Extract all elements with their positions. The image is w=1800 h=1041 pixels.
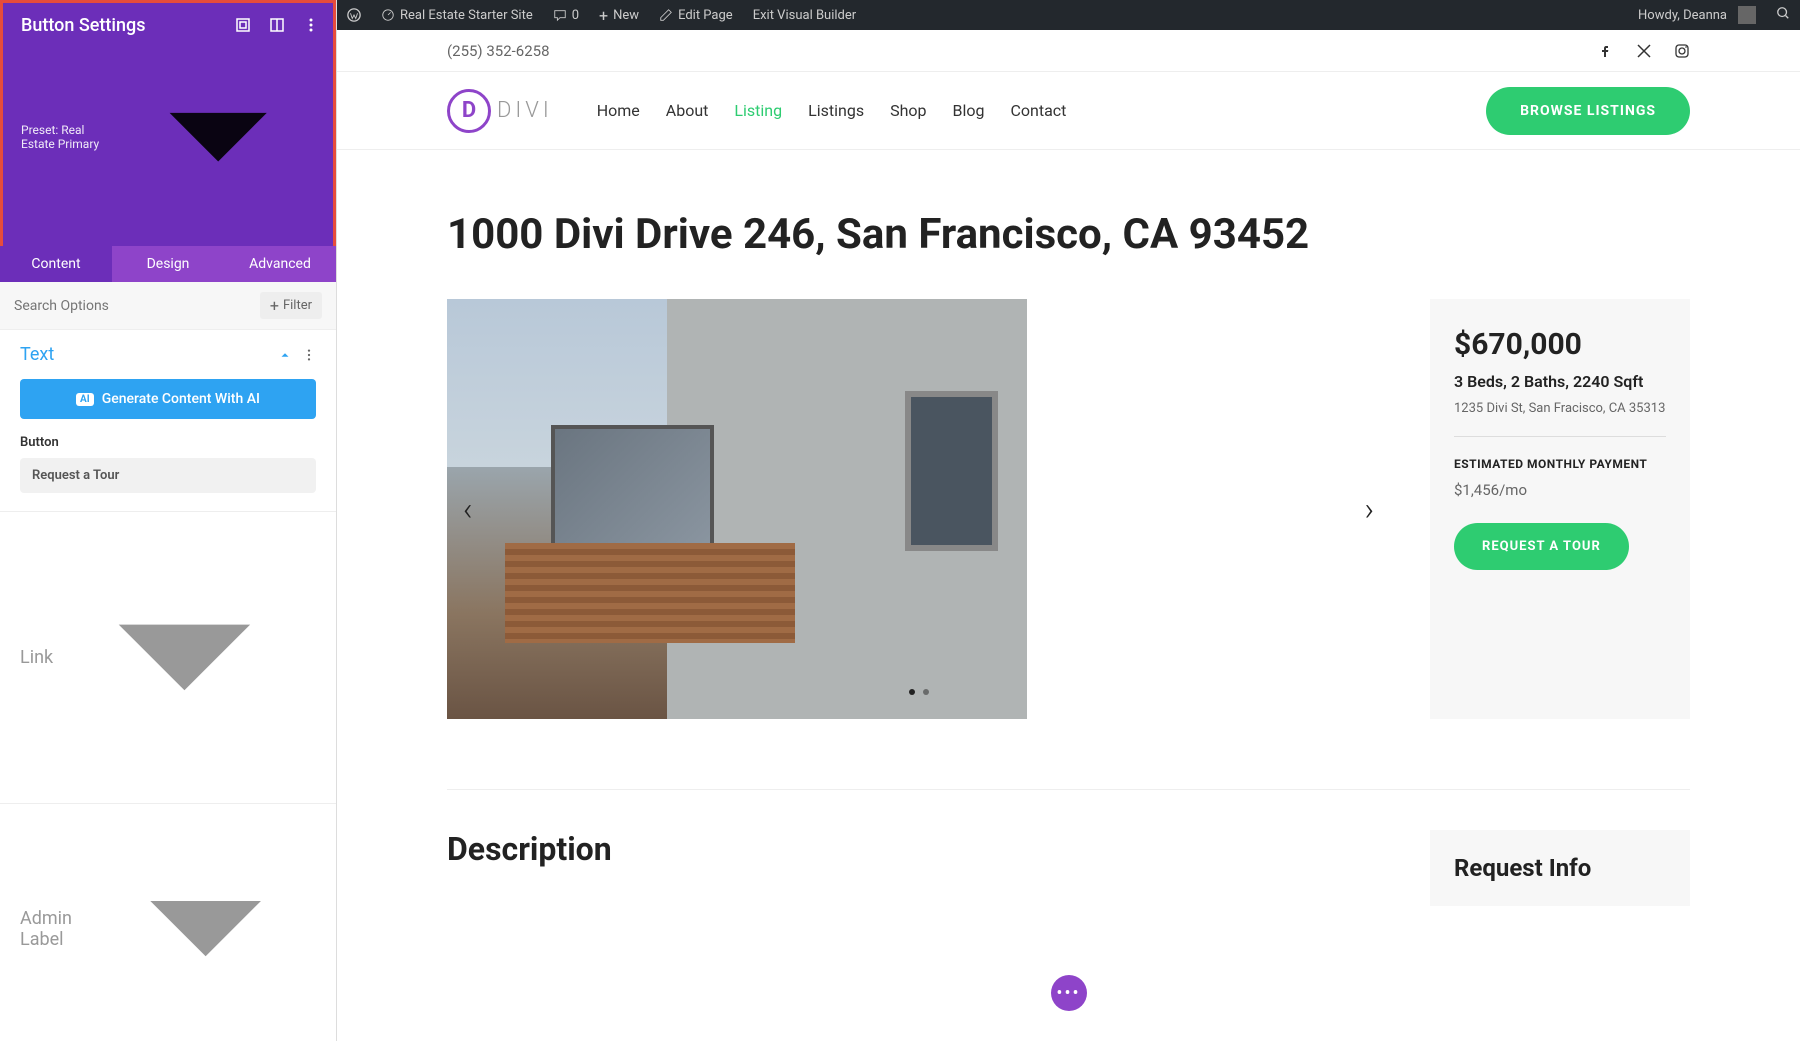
tab-content[interactable]: Content	[0, 246, 112, 282]
search-input[interactable]	[14, 298, 260, 314]
wp-site[interactable]: Real Estate Starter Site	[371, 0, 543, 30]
section-text-header[interactable]: Text	[0, 330, 336, 379]
gallery-next-button[interactable]: ›	[1364, 490, 1374, 528]
listing-title: 1000 Divi Drive 246, San Francisco, CA 9…	[447, 210, 1690, 259]
sidebar-header: Button Settings Preset: Real Estate Prim…	[0, 0, 336, 246]
gallery-image	[447, 299, 1027, 719]
section-admin-label[interactable]: Admin Label	[0, 804, 336, 1041]
sidebar-tabs: Content Design Advanced	[0, 246, 336, 282]
chevron-down-icon	[53, 526, 316, 789]
more-icon[interactable]	[302, 348, 316, 362]
page-content: 1000 Divi Drive 246, San Francisco, CA 9…	[337, 150, 1800, 966]
nav-link-blog[interactable]: Blog	[953, 101, 985, 120]
facebook-icon[interactable]	[1598, 43, 1614, 59]
comment-icon	[553, 8, 567, 22]
tab-advanced[interactable]: Advanced	[224, 246, 336, 282]
request-tour-button[interactable]: REQUEST A TOUR	[1454, 523, 1629, 570]
snap-icon[interactable]	[235, 17, 251, 33]
gauge-icon	[381, 8, 395, 22]
site-topbar: (255) 352-6258	[337, 30, 1800, 72]
wp-adminbar: Real Estate Starter Site 0 +New Edit Pag…	[337, 0, 1800, 30]
wp-new[interactable]: +New	[589, 0, 649, 30]
section-text: Text AI Generate Content With AI Button	[0, 330, 336, 512]
logo-mark: D	[447, 89, 491, 133]
page-canvas: (255) 352-6258 D DIVI Home About Listing Li…	[337, 30, 1800, 1041]
chevron-up-icon	[278, 348, 292, 362]
generate-ai-button[interactable]: AI Generate Content With AI	[20, 379, 316, 419]
site-navbar: D DIVI Home About Listing Listings Shop Blog C…	[337, 72, 1800, 150]
gallery-dot[interactable]	[909, 689, 915, 695]
request-info-heading: Request Info	[1454, 854, 1666, 882]
wp-comments[interactable]: 0	[543, 0, 589, 30]
gallery-dots	[909, 689, 929, 695]
nav-link-home[interactable]: Home	[597, 101, 640, 120]
preset-selector[interactable]: Preset: Real Estate Primary	[21, 40, 315, 234]
listing-address: 1235 Divi St, San Fracisco, CA 35313	[1454, 401, 1666, 437]
chevron-down-icon	[121, 40, 315, 234]
search-row: +Filter	[0, 282, 336, 330]
est-payment-label: ESTIMATED MONTHLY PAYMENT	[1454, 457, 1666, 471]
social-icons	[1598, 43, 1690, 59]
wp-search[interactable]	[1766, 6, 1800, 24]
listing-info-card: $670,000 3 Beds, 2 Baths, 2240 Sqft 1235…	[1430, 299, 1690, 719]
listing-specs: 3 Beds, 2 Baths, 2240 Sqft	[1454, 372, 1666, 391]
avatar	[1738, 6, 1756, 24]
nav-link-listing[interactable]: Listing	[734, 101, 782, 120]
expand-icon[interactable]	[269, 17, 285, 33]
filter-button[interactable]: +Filter	[260, 292, 322, 319]
chevron-down-icon	[95, 818, 316, 1039]
wp-howdy[interactable]: Howdy, Deanna	[1628, 0, 1766, 30]
browse-listings-button[interactable]: BROWSE LISTINGS	[1486, 87, 1690, 135]
listing-price: $670,000	[1454, 327, 1666, 362]
section-link[interactable]: Link	[0, 512, 336, 804]
description-heading: Description	[447, 830, 1390, 868]
nav-link-contact[interactable]: Contact	[1010, 101, 1066, 120]
pencil-icon	[659, 8, 673, 22]
nav-link-about[interactable]: About	[666, 101, 709, 120]
nav-links: Home About Listing Listings Shop Blog Contact	[597, 101, 1067, 120]
settings-sidebar: Button Settings Preset: Real Estate Prim…	[0, 0, 337, 1041]
gallery-prev-button[interactable]: ‹	[463, 490, 473, 528]
more-icon[interactable]	[303, 17, 319, 33]
wordpress-icon	[347, 8, 361, 22]
instagram-icon[interactable]	[1674, 43, 1690, 59]
builder-fab[interactable]: •••	[1051, 975, 1087, 1011]
tab-design[interactable]: Design	[112, 246, 224, 282]
phone-number: (255) 352-6258	[447, 42, 550, 60]
search-icon	[1776, 6, 1790, 20]
x-icon[interactable]	[1636, 43, 1652, 59]
wp-edit[interactable]: Edit Page	[649, 0, 743, 30]
wp-exit-builder[interactable]: Exit Visual Builder	[743, 0, 866, 30]
gallery-dot[interactable]	[923, 689, 929, 695]
est-payment-value: $1,456/mo	[1454, 481, 1666, 499]
nav-link-shop[interactable]: Shop	[890, 101, 926, 120]
request-info-card: Request Info	[1430, 830, 1690, 906]
nav-link-listings[interactable]: Listings	[808, 101, 864, 120]
site-logo[interactable]: D DIVI	[447, 89, 553, 133]
button-field-label: Button	[20, 435, 316, 450]
button-text-input[interactable]	[20, 458, 316, 493]
logo-text: DIVI	[497, 98, 553, 123]
wp-logo[interactable]	[337, 0, 371, 30]
listing-gallery: ‹ ›	[447, 299, 1390, 719]
